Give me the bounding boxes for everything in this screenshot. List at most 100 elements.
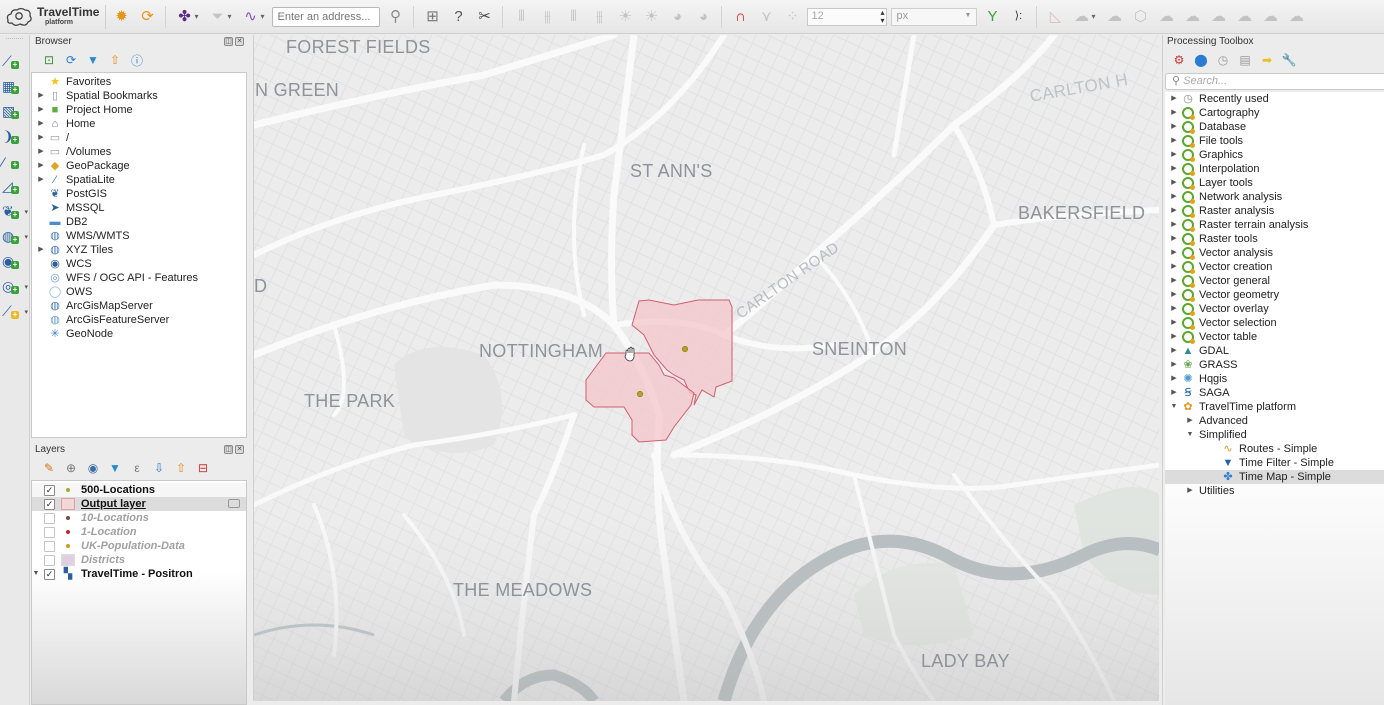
layer-indicator-icon[interactable]	[228, 499, 240, 508]
snap-intersection-button[interactable]: ⟩:	[1007, 6, 1029, 28]
expand-arrow-icon[interactable]: ▶	[1169, 120, 1179, 134]
expand-arrow-icon[interactable]: ▶	[1169, 176, 1179, 190]
browser-item[interactable]: ❦ PostGIS	[32, 187, 246, 201]
expand-arrow-icon[interactable]: ▶	[1169, 316, 1179, 330]
provider-item[interactable]: ▶ Utilities	[1165, 484, 1384, 498]
grid-tool-button[interactable]: ⊞	[421, 6, 443, 28]
browser-item[interactable]: ◉ WCS	[32, 257, 246, 271]
filter-legend-button[interactable]: ▼	[107, 461, 123, 475]
expand-arrow-icon[interactable]: ▶	[1169, 302, 1179, 316]
plugin-tools-button[interactable]: ✂	[473, 6, 495, 28]
add-delimited-text-button[interactable]: ❩ +	[0, 124, 30, 149]
add-postgis-layer-button[interactable]: ❦ + ▾	[0, 199, 30, 224]
expand-arrow-icon[interactable]: ▶	[36, 173, 46, 187]
manage-map-themes-button[interactable]: ◉	[85, 461, 101, 475]
provider-item[interactable]: ▶ Graphics	[1165, 148, 1384, 162]
diagram-down-button[interactable]: ◕	[692, 6, 714, 28]
expand-arrow-icon[interactable]: ▶	[1169, 372, 1179, 386]
properties-info-button[interactable]: ⓘ	[129, 52, 145, 69]
expand-arrow-icon[interactable]: ▶	[1169, 358, 1179, 372]
provider-item[interactable]: ▶ Raster terrain analysis	[1165, 218, 1384, 232]
provider-item[interactable]: ▶ Advanced	[1165, 414, 1384, 428]
expand-arrow-icon[interactable]: ▶	[1169, 162, 1179, 176]
digitize-2-button[interactable]: ⫴	[562, 6, 584, 28]
provider-item[interactable]: ▶ Layer tools	[1165, 176, 1384, 190]
expand-arrow-icon[interactable]: ▶	[1169, 260, 1179, 274]
float-panel-button[interactable]: ◫	[224, 445, 233, 454]
expand-arrow-icon[interactable]: ▶	[1169, 344, 1179, 358]
time-map-dropdown[interactable]: ▾	[194, 12, 202, 21]
remove-layer-button[interactable]: ⊟	[195, 461, 211, 475]
provider-item[interactable]: ▼ Simplified	[1165, 428, 1384, 442]
browser-item[interactable]: ◍ ArcGisMapServer	[32, 299, 246, 313]
browser-item[interactable]: ▶ ⁄ SpatiaLite	[32, 173, 246, 187]
algorithm-item[interactable]: ∿ Routes - Simple	[1165, 442, 1384, 456]
browser-item[interactable]: ▶ ⌂ Home	[32, 117, 246, 131]
geocode-button[interactable]: ⚲	[384, 6, 406, 28]
label-up-button[interactable]: ☀	[614, 6, 636, 28]
expand-arrow-icon[interactable]: ▶	[1169, 190, 1179, 204]
layer-item[interactable]: UK-Population-Data	[32, 539, 246, 553]
diagram-up-button[interactable]: ◕	[666, 6, 688, 28]
refresh-button[interactable]: ⟳	[63, 53, 79, 67]
shape-tool-8-button[interactable]: ☁	[1259, 6, 1281, 28]
algorithm-item[interactable]: ✤ Time Map - Simple	[1165, 470, 1384, 484]
provider-item[interactable]: ▶ Vector selection	[1165, 316, 1384, 330]
provider-item[interactable]: ▶ ◷ Recently used	[1165, 92, 1384, 106]
edit-features-in-place-button[interactable]: ➡	[1259, 53, 1275, 67]
browser-item[interactable]: ◯ OWS	[32, 285, 246, 299]
add-virtual-layer-button[interactable]: ◿ +	[0, 174, 30, 199]
help-plugin-button[interactable]: ?	[447, 6, 469, 28]
provider-item[interactable]: ▶ Vector geometry	[1165, 288, 1384, 302]
expand-arrow-icon[interactable]: ▶	[1169, 106, 1179, 120]
tolerance-unit-select[interactable]: px ▼	[891, 7, 978, 26]
layer-visibility-checkbox[interactable]: ✓	[44, 568, 55, 580]
provider-item[interactable]: ▶ File tools	[1165, 134, 1384, 148]
browser-item[interactable]: ◎ WFS / OGC API - Features	[32, 271, 246, 285]
provider-item[interactable]: ▶ Raster tools	[1165, 232, 1384, 246]
options-button[interactable]: 🔧	[1281, 53, 1297, 67]
time-map-button[interactable]: ✤	[173, 6, 195, 28]
collapse-all-button[interactable]: ⇧	[107, 53, 123, 67]
add-wfs-layer-button[interactable]: ◎ + ▾	[0, 274, 30, 299]
shape-tool-7-button[interactable]: ☁	[1233, 6, 1255, 28]
add-wcs-layer-button[interactable]: ◉ +	[0, 249, 30, 274]
provider-item[interactable]: ▶ Network analysis	[1165, 190, 1384, 204]
expand-all-button[interactable]: ⇩	[151, 461, 167, 475]
chevron-down-icon[interactable]: ▾	[24, 208, 28, 216]
results-viewer-button[interactable]: ▤	[1237, 53, 1253, 67]
layer-item[interactable]: ✓ 500-Locations	[32, 483, 246, 497]
toolbar-grip[interactable]	[6, 38, 23, 46]
shape-tool-5-button[interactable]: ☁	[1181, 6, 1203, 28]
python-scripts-button[interactable]: ⬤	[1193, 53, 1209, 67]
label-down-button[interactable]: ☀	[640, 6, 662, 28]
shape-tool-dropdown[interactable]: ▾	[1091, 12, 1099, 21]
expand-arrow-icon[interactable]: ▶	[1169, 134, 1179, 148]
filter-button[interactable]: ▼	[85, 53, 101, 67]
layer-visibility-checkbox[interactable]	[44, 512, 55, 524]
add-wms-layer-button[interactable]: ◍ + ▾	[0, 224, 30, 249]
collapse-arrow-icon[interactable]: ▼	[32, 567, 40, 581]
processing-search-input[interactable]: ⚲ Search...	[1165, 73, 1384, 90]
address-search-input[interactable]	[272, 6, 381, 27]
provider-item[interactable]: ▶ Vector overlay	[1165, 302, 1384, 316]
add-mesh-layer-button[interactable]: ▧ +	[0, 99, 30, 124]
collapse-all-button[interactable]: ⇧	[173, 461, 189, 475]
routes-dropdown[interactable]: ▾	[260, 12, 268, 21]
snap-vertex-button[interactable]: ⋎	[755, 6, 777, 28]
shape-tool-6-button[interactable]: ☁	[1207, 6, 1229, 28]
provider-item[interactable]: ▶ ▲ GDAL	[1165, 344, 1384, 358]
browser-item[interactable]: ▶ ◆ GeoPackage	[32, 159, 246, 173]
algorithm-item[interactable]: ▼ Time Filter - Simple	[1165, 456, 1384, 470]
browser-item[interactable]: ★ Favorites	[32, 75, 246, 89]
models-button[interactable]: ⚙	[1171, 53, 1187, 67]
expand-arrow-icon[interactable]: ▶	[1169, 274, 1179, 288]
digitize-curve-button[interactable]: ⫵	[536, 6, 558, 28]
layer-item[interactable]: 10-Locations	[32, 511, 246, 525]
provider-item[interactable]: ▶ ✺ Hqgis	[1165, 372, 1384, 386]
digitize-button[interactable]: ⫴	[510, 6, 532, 28]
time-filter-button[interactable]: ⏷	[206, 6, 228, 28]
close-panel-button[interactable]: ✕	[235, 445, 244, 454]
provider-item[interactable]: ▶ Vector table	[1165, 330, 1384, 344]
expand-arrow-icon[interactable]: ▶	[1169, 246, 1179, 260]
